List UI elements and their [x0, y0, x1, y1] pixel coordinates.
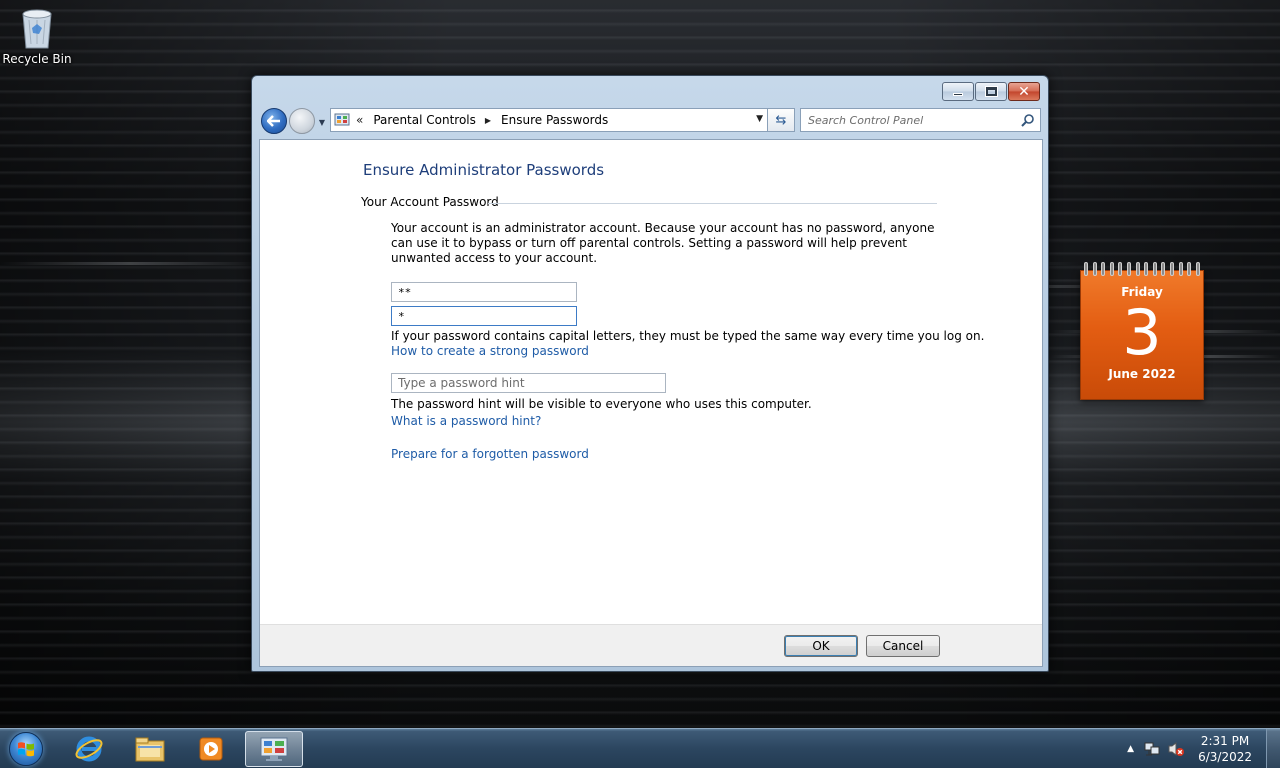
search-box[interactable] — [800, 108, 1041, 132]
wallpaper-streak — [0, 262, 260, 265]
breadcrumb-ensure-passwords[interactable]: Ensure Passwords — [501, 113, 608, 127]
show-desktop-button[interactable] — [1266, 729, 1280, 768]
internet-explorer-icon — [75, 736, 103, 762]
cancel-button[interactable]: Cancel — [866, 635, 940, 657]
calendar-gadget[interactable]: Friday 3 June 2022 — [1080, 262, 1204, 400]
close-button[interactable]: ✕ — [1008, 82, 1040, 101]
media-player-icon — [199, 737, 223, 761]
caption-buttons: ✕ — [941, 82, 1040, 102]
hidden-crumbs-icon[interactable]: « — [356, 113, 363, 127]
recycle-bin-icon — [22, 9, 52, 49]
breadcrumb-parental-controls[interactable]: Parental Controls — [373, 113, 476, 127]
forgotten-password-link[interactable]: Prepare for a forgotten password — [391, 447, 589, 461]
confirm-password-field[interactable] — [391, 306, 577, 326]
account-description: Your account is an administrator account… — [391, 221, 935, 265]
taskbar-media-player[interactable] — [182, 731, 240, 767]
taskbar-windows-explorer[interactable] — [121, 731, 179, 767]
system-tray: ▲ 2:31 PM 6/3/2022 — [1127, 729, 1280, 768]
windows-logo-icon — [9, 732, 43, 766]
ok-button[interactable]: OK — [784, 635, 858, 657]
password-hint-field[interactable] — [391, 373, 666, 393]
minimize-button[interactable] — [942, 82, 974, 101]
windows-explorer-icon — [135, 737, 165, 762]
control-panel-icon — [260, 737, 288, 761]
hint-visibility-note: The password hint will be visible to eve… — [391, 397, 812, 411]
chevron-down-icon: ▼ — [318, 117, 326, 127]
dialog-footer: OK Cancel — [260, 624, 1042, 666]
system-clock[interactable]: 2:31 PM 6/3/2022 — [1198, 733, 1252, 765]
page-title: Ensure Administrator Passwords — [363, 161, 605, 179]
recycle-bin-shortcut[interactable]: Recycle Bin — [2, 6, 72, 74]
recent-pages-dropdown[interactable]: ▼ — [316, 116, 328, 128]
what-is-hint-link[interactable]: What is a password hint? — [391, 414, 541, 428]
clock-time: 2:31 PM — [1200, 734, 1250, 748]
strong-password-link[interactable]: How to create a strong password — [391, 344, 589, 358]
calendar-page: Friday 3 June 2022 — [1080, 270, 1204, 400]
address-bar[interactable]: « Parental Controls ▶ Ensure Passwords ▼ — [330, 108, 768, 132]
capital-letters-note: If your password contains capital letter… — [391, 329, 985, 343]
maximize-icon — [984, 86, 998, 97]
calendar-rings — [1084, 262, 1200, 276]
volume-muted-icon[interactable] — [1168, 741, 1185, 757]
calendar-month-year: June 2022 — [1108, 367, 1176, 381]
recycle-bin-label: Recycle Bin — [2, 52, 72, 66]
calendar-day: 3 — [1122, 296, 1162, 369]
back-arrow-icon — [267, 115, 280, 127]
back-button[interactable] — [261, 108, 287, 134]
content-pane: Ensure Administrator Passwords Your Acco… — [259, 139, 1043, 667]
minimize-icon — [953, 93, 963, 96]
taskbar: ▲ 2:31 PM 6/3/2022 — [0, 728, 1280, 768]
control-panel-icon — [334, 113, 350, 126]
section-divider — [488, 203, 937, 204]
new-password-field[interactable] — [391, 282, 577, 302]
show-hidden-icons-icon[interactable]: ▲ — [1127, 744, 1134, 754]
taskbar-internet-explorer[interactable] — [60, 731, 118, 767]
search-icon[interactable] — [1021, 113, 1035, 127]
control-panel-window: ✕ ▼ « Parental Controls ▶ Ensure Passwor… — [251, 75, 1049, 672]
close-icon: ✕ — [1018, 83, 1030, 100]
network-icon[interactable] — [1144, 741, 1160, 757]
forward-button[interactable] — [289, 108, 315, 134]
address-dropdown-icon[interactable]: ▼ — [756, 114, 763, 124]
start-button[interactable] — [4, 730, 48, 768]
clock-date: 6/3/2022 — [1198, 750, 1252, 764]
refresh-button[interactable]: ⇆ — [768, 108, 795, 132]
search-input[interactable] — [801, 109, 1011, 131]
breadcrumb-separator-icon[interactable]: ▶ — [485, 116, 491, 125]
maximize-button[interactable] — [975, 82, 1007, 101]
section-label: Your Account Password — [361, 195, 499, 209]
taskbar-control-panel[interactable] — [245, 731, 303, 767]
refresh-icon: ⇆ — [775, 112, 787, 128]
